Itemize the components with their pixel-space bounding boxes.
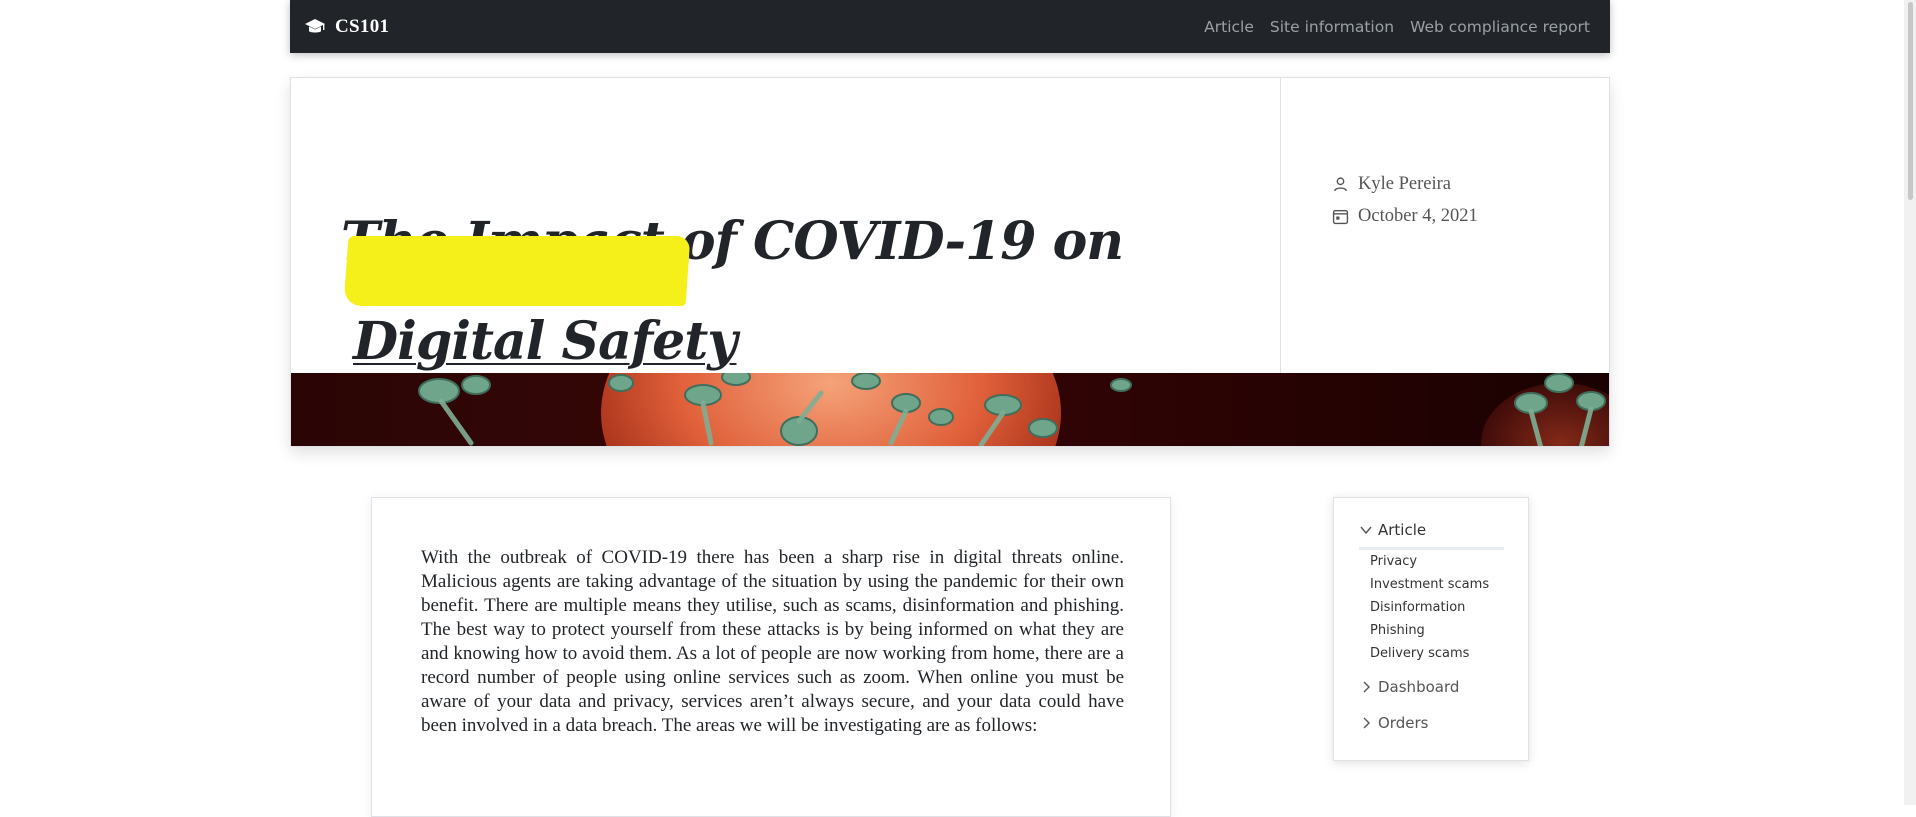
sidebar-section-article[interactable]: Article — [1359, 521, 1426, 539]
nav-link-web-compliance-report[interactable]: Web compliance report — [1410, 18, 1590, 36]
title-area: The Impact of COVID-19 on Digital Safety — [291, 78, 1281, 373]
sidebar-section-label: Article — [1378, 521, 1427, 539]
scrollbar-thumb[interactable] — [1908, 2, 1913, 200]
top-navbar: CS101 Article Site information Web compl… — [290, 0, 1610, 53]
sidebar-item-disinformation[interactable]: Disinformation — [1370, 600, 1465, 615]
page-scrollbar[interactable] — [1904, 0, 1916, 805]
virus-illustration — [418, 373, 1609, 446]
coronavirus-banner-image — [291, 373, 1609, 446]
chevron-right-icon — [1363, 681, 1370, 693]
article-header-card: The Impact of COVID-19 on Digital Safety… — [290, 77, 1610, 447]
date-row: October 4, 2021 — [1332, 206, 1478, 227]
sidebar-active-underline — [1359, 547, 1504, 550]
article-body-card: With the outbreak of COVID-19 there has … — [371, 497, 1171, 817]
person-icon — [1333, 177, 1348, 192]
sidebar-nav: Article Privacy Investment scams Disinfo… — [1333, 497, 1529, 761]
author-row: Kyle Pereira — [1332, 174, 1451, 195]
nav-links: Article Site information Web compliance … — [1204, 18, 1590, 36]
article-intro-paragraph: With the outbreak of COVID-19 there has … — [421, 547, 1124, 736]
sidebar-item-delivery-scams[interactable]: Delivery scams — [1370, 646, 1469, 661]
sidebar-item-phishing[interactable]: Phishing — [1370, 623, 1425, 638]
author-name: Kyle Pereira — [1358, 174, 1451, 194]
nav-link-article[interactable]: Article — [1204, 18, 1254, 36]
brand-link[interactable]: CS101 — [304, 16, 389, 38]
calendar-icon — [1332, 209, 1349, 225]
page-title-line-2: Digital Safety — [353, 311, 737, 372]
nav-link-site-information[interactable]: Site information — [1270, 18, 1394, 36]
chevron-right-icon — [1363, 717, 1370, 729]
sidebar-section-label: Dashboard — [1378, 678, 1460, 696]
sidebar-item-investment-scams[interactable]: Investment scams — [1370, 577, 1489, 592]
sidebar-section-label: Orders — [1378, 714, 1429, 732]
title-highlight-marker — [343, 236, 691, 306]
article-meta: Kyle Pereira October 4, 2021 — [1281, 78, 1609, 373]
brand-name: CS101 — [335, 15, 390, 37]
sidebar-section-dashboard[interactable]: Dashboard — [1359, 678, 1459, 696]
graduation-cap-icon — [305, 18, 325, 32]
chevron-down-icon — [1360, 526, 1372, 535]
sidebar-section-orders[interactable]: Orders — [1359, 714, 1428, 732]
sidebar-item-privacy[interactable]: Privacy — [1370, 554, 1417, 569]
publish-date: October 4, 2021 — [1358, 206, 1478, 226]
